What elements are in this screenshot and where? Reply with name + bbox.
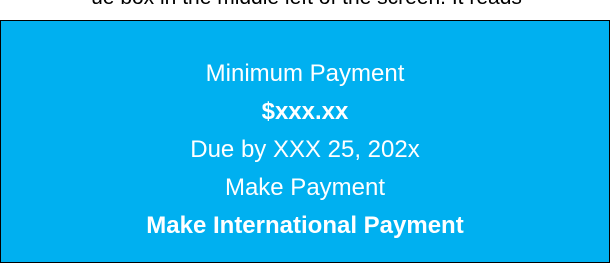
make-payment-link[interactable]: Make Payment: [1, 169, 609, 207]
payment-amount: $xxx.xx: [261, 98, 349, 125]
make-international-payment-link[interactable]: Make International Payment: [1, 207, 609, 245]
due-date-text: Due by XXX 25, 202x: [190, 136, 420, 163]
partial-caption-text: ue box in the middle left of the screen.…: [0, 0, 613, 9]
payment-summary-panel: Minimum Payment $xxx.xx Due by XXX 25, 2…: [0, 20, 610, 263]
payment-summary-content: Minimum Payment $xxx.xx Due by XXX 25, 2…: [1, 55, 609, 245]
minimum-payment-label: Minimum Payment: [205, 60, 405, 87]
